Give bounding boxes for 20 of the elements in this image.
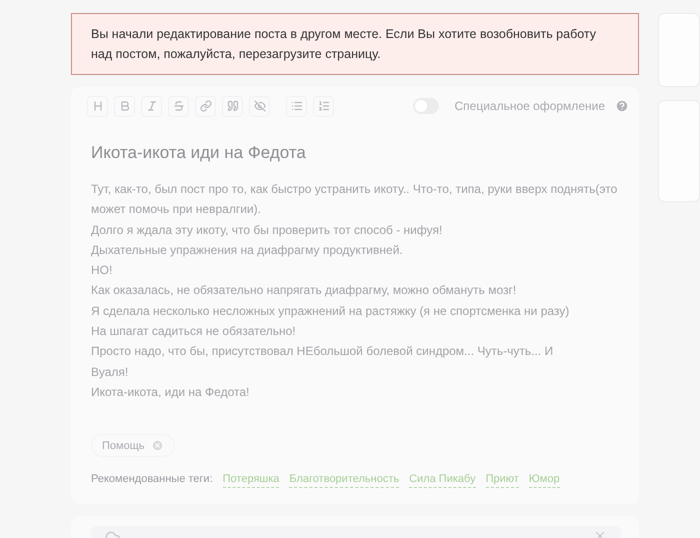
recommended-tag[interactable]: Приют	[486, 473, 519, 488]
alert-message: Вы начали редактирование поста в другом месте. Если Вы хотите возобновить работу над постом, пожалуйста, перезагрузите страницу.	[71, 13, 639, 75]
post-text: Икота-икота, иди на Федота!	[91, 384, 250, 401]
post-text: Тут, как-то, был пост про то, как быстро устранить икоту.. Что-то, типа, руки вверх поднять(это может помочь при невралгии).	[91, 181, 618, 218]
post-title[interactable]: Икота-икота иди на Федота	[91, 143, 629, 163]
recommended-label: Рекомендованные теги:	[91, 473, 213, 486]
post-text: Я сделала несколько несложных упражнений на растяжку (я не спортсменка ни разу)	[91, 302, 570, 320]
post-text: Просто надо, что бы, присутствовал НЕбольшой болевой синдром... Чуть-чуть... И	[91, 343, 554, 360]
tag-chip[interactable]: Помощь	[91, 434, 174, 458]
post-text: НО!	[91, 262, 114, 280]
recommended-tag[interactable]: Потеряшка	[222, 473, 280, 488]
post-text: На шпагат садиться не обязательно!	[91, 323, 297, 340]
post-text: Вуаля!	[91, 364, 130, 381]
recommended-tag[interactable]: Благотворительность	[289, 473, 400, 488]
toggle-label: Специальное оформление	[454, 99, 605, 113]
post-text: Долго я ждала эту икоту, что бы проверить тот способ - нифуя!	[91, 222, 444, 239]
recommended-tag[interactable]: Сила Пикабу	[409, 473, 476, 488]
recommended-tag[interactable]: Юмор	[528, 473, 560, 488]
post-text: Как оказалась, не обязательно напрягать диафрагму, можно обмануть мозг!	[91, 282, 518, 300]
post-text: Дыхательные упражнения на диафрагму продуктивней.	[91, 242, 404, 259]
